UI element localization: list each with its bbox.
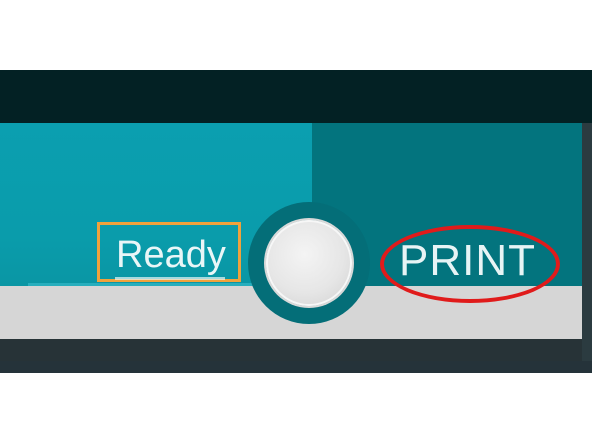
dial-knob-icon[interactable] <box>266 220 352 306</box>
page: Ready PRINT <box>0 0 592 444</box>
status-label: Ready <box>116 234 226 276</box>
print-button[interactable]: PRINT <box>399 236 536 286</box>
top-bar <box>0 70 592 123</box>
status-underline <box>115 277 225 280</box>
control-bar: Ready PRINT <box>0 123 592 361</box>
bottom-bar <box>0 339 592 361</box>
right-edge-strip <box>582 123 592 361</box>
printer-ui-crop: Ready PRINT <box>0 70 592 373</box>
